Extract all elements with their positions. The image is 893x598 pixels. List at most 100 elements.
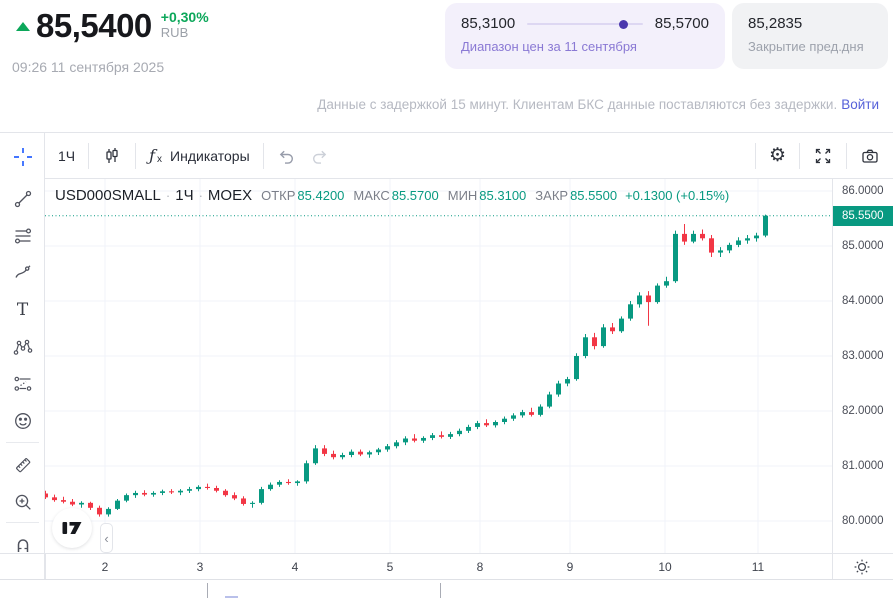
- gear-icon: ⚙: [769, 146, 786, 165]
- quote-datetime: 09:26 11 сентября 2025: [12, 59, 209, 75]
- chart-widget: 1Ч ƒx Индикаторы: [0, 132, 893, 598]
- price-up-arrow-icon: [16, 22, 30, 31]
- current-price: 85,5400: [36, 6, 152, 46]
- brush-tool[interactable]: [11, 261, 34, 284]
- text-tool-icon: T: [17, 300, 28, 320]
- chart-settings-button[interactable]: ⚙: [756, 133, 799, 179]
- time-axis-label: 11: [743, 560, 773, 574]
- price-change-percent: +0,30%: [161, 9, 209, 25]
- price-axis-label: 83.0000: [842, 349, 884, 363]
- price-axis[interactable]: 85.5500 86.0000 85.0000 84.0000 83.0000 82.0…: [832, 179, 893, 553]
- toolbar-group-separator: [6, 522, 39, 523]
- emoji-tool[interactable]: [11, 409, 34, 432]
- axis-corner-line: [832, 554, 833, 580]
- chart-top-toolbar: 1Ч ƒx Индикаторы: [45, 133, 893, 179]
- redo-button[interactable]: [303, 133, 342, 179]
- price-axis-label: 85.0000: [842, 239, 884, 253]
- snapshot-button[interactable]: [847, 133, 893, 179]
- brush-icon: [13, 263, 33, 283]
- camera-icon: [860, 146, 880, 166]
- candles-style-icon: [102, 146, 122, 166]
- time-settings-button[interactable]: [851, 556, 873, 578]
- prev-close-card: 85,2835 Закрытие пред.дня: [732, 3, 888, 69]
- zoom-in-tool[interactable]: [11, 490, 34, 513]
- range-high-value: 85,5700: [655, 15, 709, 32]
- bottom-strip: [0, 579, 893, 598]
- measure-ruler-tool[interactable]: [11, 453, 34, 476]
- xabcd-pattern-icon: [13, 337, 33, 357]
- indicators-button[interactable]: ƒx Индикаторы: [136, 133, 263, 179]
- high-label: МАКС: [353, 188, 389, 203]
- time-axis-label: 9: [555, 560, 585, 574]
- price-axis-label: 86.0000: [842, 184, 884, 198]
- fullscreen-icon: [813, 146, 833, 166]
- time-axis-label: 5: [375, 560, 405, 574]
- zoom-in-icon: [13, 492, 33, 512]
- trend-line-tool[interactable]: [11, 187, 34, 210]
- undo-button[interactable]: [264, 133, 303, 179]
- legend-symbol[interactable]: USD000SMALL: [55, 187, 161, 204]
- trend-line-icon: [13, 189, 33, 209]
- crosshair-tool[interactable]: [11, 145, 34, 168]
- fullscreen-button[interactable]: [800, 133, 846, 179]
- open-label: ОТКР: [261, 188, 295, 203]
- range-slider-track: [527, 23, 643, 25]
- tradingview-logo-icon: [61, 521, 83, 535]
- range-current-dot: [619, 20, 628, 29]
- interval-button[interactable]: 1Ч: [45, 133, 88, 179]
- undo-icon: [276, 146, 296, 166]
- redo-icon: [310, 146, 330, 166]
- indicators-label: Индикаторы: [170, 148, 250, 164]
- prev-close-label: Закрытие пред.дня: [748, 39, 872, 54]
- chart-style-button[interactable]: [89, 133, 135, 179]
- chevron-left-icon: ‹: [104, 531, 108, 546]
- time-axis-label: 10: [650, 560, 680, 574]
- price-axis-label: 81.0000: [842, 459, 884, 473]
- strip-divider: [207, 583, 208, 598]
- price-axis-label: 82.0000: [842, 404, 884, 418]
- emoji-smiley-icon: [13, 411, 33, 431]
- low-value: 85.3100: [479, 188, 526, 203]
- forecast-icon: [13, 374, 33, 394]
- forecast-tool[interactable]: [11, 372, 34, 395]
- close-value: 85.5500: [570, 188, 617, 203]
- fib-retracement-icon: [13, 226, 33, 246]
- chart-legend: USD000SMALL · 1Ч · MOEX ОТКР 85.4200 МАК…: [55, 187, 729, 204]
- ruler-icon: [13, 455, 33, 475]
- time-axis-label: 4: [280, 560, 310, 574]
- legend-separator: ·: [166, 188, 170, 203]
- day-range-card: 85,3100 85,5700 Диапазон цен за 11 сентя…: [445, 3, 725, 69]
- legend-interval: 1Ч: [175, 187, 193, 204]
- sun-clock-icon: [852, 557, 872, 577]
- price-axis-label: 84.0000: [842, 294, 884, 308]
- time-axis-label: 2: [90, 560, 120, 574]
- magnet-icon: [13, 535, 33, 555]
- quote-header: 85,5400 +0,30% RUB 09:26 11 сентября 202…: [10, 6, 209, 75]
- range-card-label: Диапазон цен за 11 сентября: [461, 39, 709, 54]
- prev-close-value: 85,2835: [748, 15, 872, 32]
- text-tool[interactable]: T: [11, 298, 34, 321]
- toolbar-group-separator: [6, 442, 39, 443]
- range-low-value: 85,3100: [461, 15, 515, 32]
- currency-label: RUB: [161, 25, 209, 40]
- last-price-tag: 85.5500: [833, 206, 893, 226]
- fx-sub: x: [157, 154, 162, 165]
- bcs-quote-page: 85,5400 +0,30% RUB 09:26 11 сентября 202…: [0, 0, 893, 598]
- open-value: 85.4200: [297, 188, 344, 203]
- high-value: 85.5700: [392, 188, 439, 203]
- candlestick-chart: [45, 179, 832, 553]
- time-axis[interactable]: 2345891011: [0, 553, 893, 579]
- toolbar-collapse-handle[interactable]: ‹: [100, 523, 113, 553]
- xabcd-pattern-tool[interactable]: [11, 335, 34, 358]
- fx-icon: ƒ: [149, 146, 155, 165]
- legend-exchange: MOEX: [208, 187, 252, 204]
- chart-pane[interactable]: USD000SMALL · 1Ч · MOEX ОТКР 85.4200 МАК…: [45, 179, 832, 553]
- tradingview-logo[interactable]: [52, 508, 92, 548]
- crosshair-icon: [12, 146, 34, 168]
- close-label: ЗАКР: [535, 188, 568, 203]
- login-link[interactable]: Войти: [841, 97, 879, 112]
- strip-divider: [440, 583, 441, 598]
- delay-disclaimer-text: Данные с задержкой 15 минут. Клиентам БК…: [317, 97, 837, 112]
- fib-retracement-tool[interactable]: [11, 224, 34, 247]
- low-label: МИН: [448, 188, 478, 203]
